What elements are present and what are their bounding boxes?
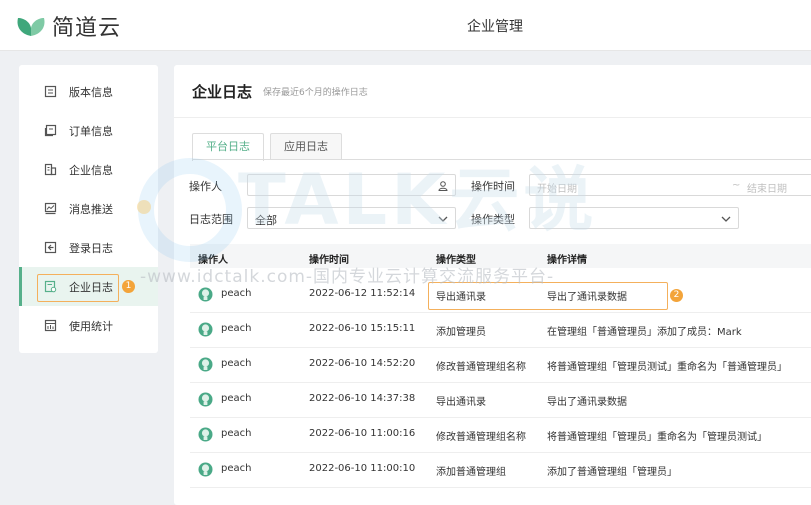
table-row[interactable]: peach 2022-06-10 11:00:10 添加普通管理组 添加了普通管… (190, 452, 811, 488)
column-header-operator: 操作人 (198, 255, 228, 266)
message-icon (44, 202, 57, 215)
row-time: 2022-06-12 11:52:14 (309, 288, 416, 299)
user-avatar-icon (198, 357, 213, 372)
user-avatar-icon (198, 287, 213, 302)
user-avatar-icon (198, 322, 213, 337)
tab-platform-log[interactable]: 平台日志 (192, 133, 264, 161)
sidebar: 版本信息 订单信息 企业信息 消息推送 登录日志 企业日志 使用统计 (19, 65, 158, 353)
operation-type-label: 操作类型 (471, 213, 515, 226)
row-time: 2022-06-10 14:52:20 (309, 358, 416, 369)
row-detail: 将普通管理组「管理员测试」重命名为「普通管理员」 (547, 362, 787, 373)
user-icon (438, 181, 448, 191)
column-header-type: 操作类型 (436, 255, 476, 266)
row-type: 修改普通管理组名称 (436, 432, 526, 443)
document-icon (44, 85, 57, 98)
row-detail: 添加了普通管理组「管理员」 (547, 467, 677, 478)
row-time: 2022-06-10 14:37:38 (309, 393, 416, 404)
tab-app-log[interactable]: 应用日志 (270, 133, 342, 160)
row-detail: 导出了通讯录数据 (547, 397, 627, 408)
row-time: 2022-06-10 11:00:10 (309, 463, 416, 474)
page-title: 企业日志 (192, 83, 253, 101)
sidebar-item-usage[interactable]: 使用统计 (19, 306, 158, 345)
tab-divider (192, 159, 811, 160)
sidebar-item-label: 消息推送 (69, 202, 113, 216)
sidebar-item-label: 使用统计 (69, 319, 113, 333)
order-icon (44, 124, 57, 137)
step-badge-1: 1 (122, 280, 135, 293)
row-user: peach (221, 323, 252, 334)
table-row[interactable]: peach 2022-06-10 14:37:38 导出通讯录 导出了通讯录数据 (190, 382, 811, 418)
row-detail: 将普通管理组「管理员」重命名为「管理员测试」 (547, 432, 767, 443)
main-header: 企业日志 保存最近6个月的操作日志 (174, 65, 811, 118)
row-highlight-box (428, 282, 668, 310)
sidebar-highlight-box (37, 274, 119, 302)
row-type: 添加管理员 (436, 327, 486, 338)
row-detail: 在管理组「普通管理员」添加了成员：Mark (547, 327, 742, 338)
row-user: peach (221, 463, 252, 474)
sidebar-item-label: 企业信息 (69, 163, 113, 177)
end-date-placeholder: 结束日期 (747, 184, 787, 195)
row-type: 导出通讯录 (436, 397, 486, 408)
date-range-input[interactable]: 开始日期 ~ 结束日期 (529, 174, 811, 196)
step-badge-2: 2 (670, 289, 683, 302)
row-user: peach (221, 358, 252, 369)
row-user: peach (221, 393, 252, 404)
sidebar-item-login-log[interactable]: 登录日志 (19, 228, 158, 267)
row-type: 添加普通管理组 (436, 467, 506, 478)
log-scope-value: 全部 (255, 214, 277, 227)
top-bar: 简道云 企业管理 (0, 0, 811, 51)
sidebar-item-label: 版本信息 (69, 85, 113, 99)
user-avatar-icon (198, 427, 213, 442)
row-type: 修改普通管理组名称 (436, 362, 526, 373)
page-subtitle: 保存最近6个月的操作日志 (263, 88, 368, 98)
table-row[interactable]: peach 2022-06-10 15:15:11 添加管理员 在管理组「普通管… (190, 312, 811, 348)
column-header-time: 操作时间 (309, 255, 349, 266)
log-scope-label: 日志范围 (189, 213, 233, 226)
table-row[interactable]: peach 2022-06-10 14:52:20 修改普通管理组名称 将普通管… (190, 347, 811, 383)
log-scope-select[interactable]: 全部 (247, 207, 456, 229)
sidebar-item-label: 登录日志 (69, 241, 113, 255)
operator-label: 操作人 (189, 180, 222, 193)
sidebar-item-label: 订单信息 (69, 124, 113, 138)
login-icon (44, 241, 57, 254)
stats-icon (44, 319, 57, 332)
sidebar-item-messages[interactable]: 消息推送 (19, 189, 158, 228)
start-date-placeholder: 开始日期 (537, 184, 577, 195)
operator-input[interactable] (247, 174, 456, 196)
row-user: peach (221, 288, 252, 299)
sidebar-item-orders[interactable]: 订单信息 (19, 111, 158, 150)
sidebar-item-company[interactable]: 企业信息 (19, 150, 158, 189)
column-header-detail: 操作详情 (547, 255, 587, 266)
operation-type-select[interactable] (529, 207, 739, 229)
chevron-down-icon (438, 216, 448, 222)
user-avatar-icon (198, 392, 213, 407)
sidebar-item-version[interactable]: 版本信息 (19, 72, 158, 111)
chevron-down-icon (721, 216, 731, 222)
date-range-separator: ~ (732, 180, 741, 191)
row-time: 2022-06-10 15:15:11 (309, 323, 416, 334)
page-header-title: 企业管理 (467, 19, 523, 35)
operation-time-label: 操作时间 (471, 180, 515, 193)
building-icon (44, 163, 57, 176)
table-header: 操作人 操作时间 操作类型 操作详情 (190, 244, 811, 268)
user-avatar-icon (198, 462, 213, 477)
row-time: 2022-06-10 11:00:16 (309, 428, 416, 439)
table-row[interactable]: peach 2022-06-10 11:00:16 修改普通管理组名称 将普通管… (190, 417, 811, 453)
row-user: peach (221, 428, 252, 439)
